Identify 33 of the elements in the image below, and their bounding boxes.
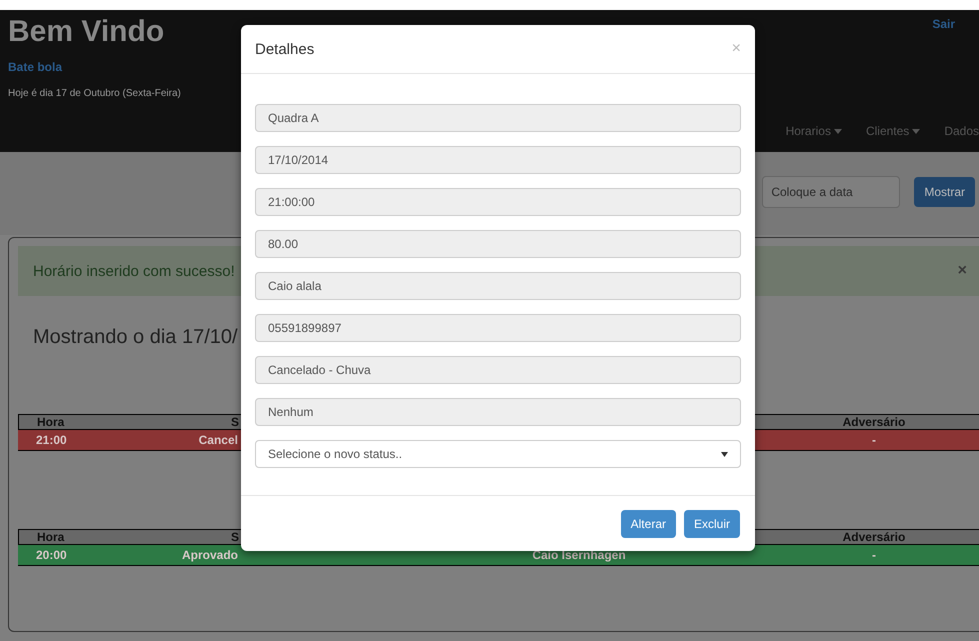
table-cell-text: - xyxy=(871,433,877,447)
action-button[interactable]: Excluir xyxy=(684,510,740,538)
alert-message: Horário inserido com sucesso! xyxy=(33,262,235,280)
input-field[interactable]: 05591899897 xyxy=(255,314,741,342)
column-header: Adversário xyxy=(842,415,906,429)
column-header: Hora xyxy=(36,415,66,429)
date-text: Hoje é dia 17 de Outubro (Sexta-Feira) xyxy=(8,88,181,99)
table-cell-text: Caio Isernhagen xyxy=(531,548,627,562)
column-header: S xyxy=(230,530,239,544)
table-cell-text: 20:00 xyxy=(35,548,68,562)
input-field[interactable]: 21:00:00 xyxy=(255,188,741,216)
day-heading: Mostrando o dia 17/10/ xyxy=(33,326,238,349)
input-field[interactable]: Caio alala xyxy=(255,272,741,300)
input-field[interactable]: Cancelado - Chuva xyxy=(255,356,741,384)
table-cell-text: 21:00 xyxy=(35,433,68,447)
status-select[interactable]: Selecione o novo status.. xyxy=(255,440,741,468)
dialog-title: Detalhes xyxy=(255,40,314,58)
table-cell-text: - xyxy=(871,548,877,562)
column-header: Hora xyxy=(36,530,66,544)
action-button[interactable]: Alterar xyxy=(620,510,676,538)
date-field[interactable]: Coloque a data xyxy=(762,176,900,208)
input-field[interactable]: 80.00 xyxy=(255,230,741,258)
column-header: S xyxy=(230,415,239,429)
column-header: Adversário xyxy=(842,530,906,544)
table-cell-text: Aprovado xyxy=(180,548,238,562)
page-title: Bem Vindo xyxy=(8,14,164,50)
table-cell-text: Cancel xyxy=(198,433,238,447)
input-field[interactable]: Quadra A xyxy=(255,104,741,132)
input-field[interactable]: 17/10/2014 xyxy=(255,146,741,174)
input-field[interactable]: Nenhum xyxy=(255,398,741,426)
logout-link[interactable]: Sair xyxy=(932,17,955,31)
site-link[interactable]: Bate bola xyxy=(8,60,62,74)
show-button[interactable]: Mostrar xyxy=(914,176,975,206)
